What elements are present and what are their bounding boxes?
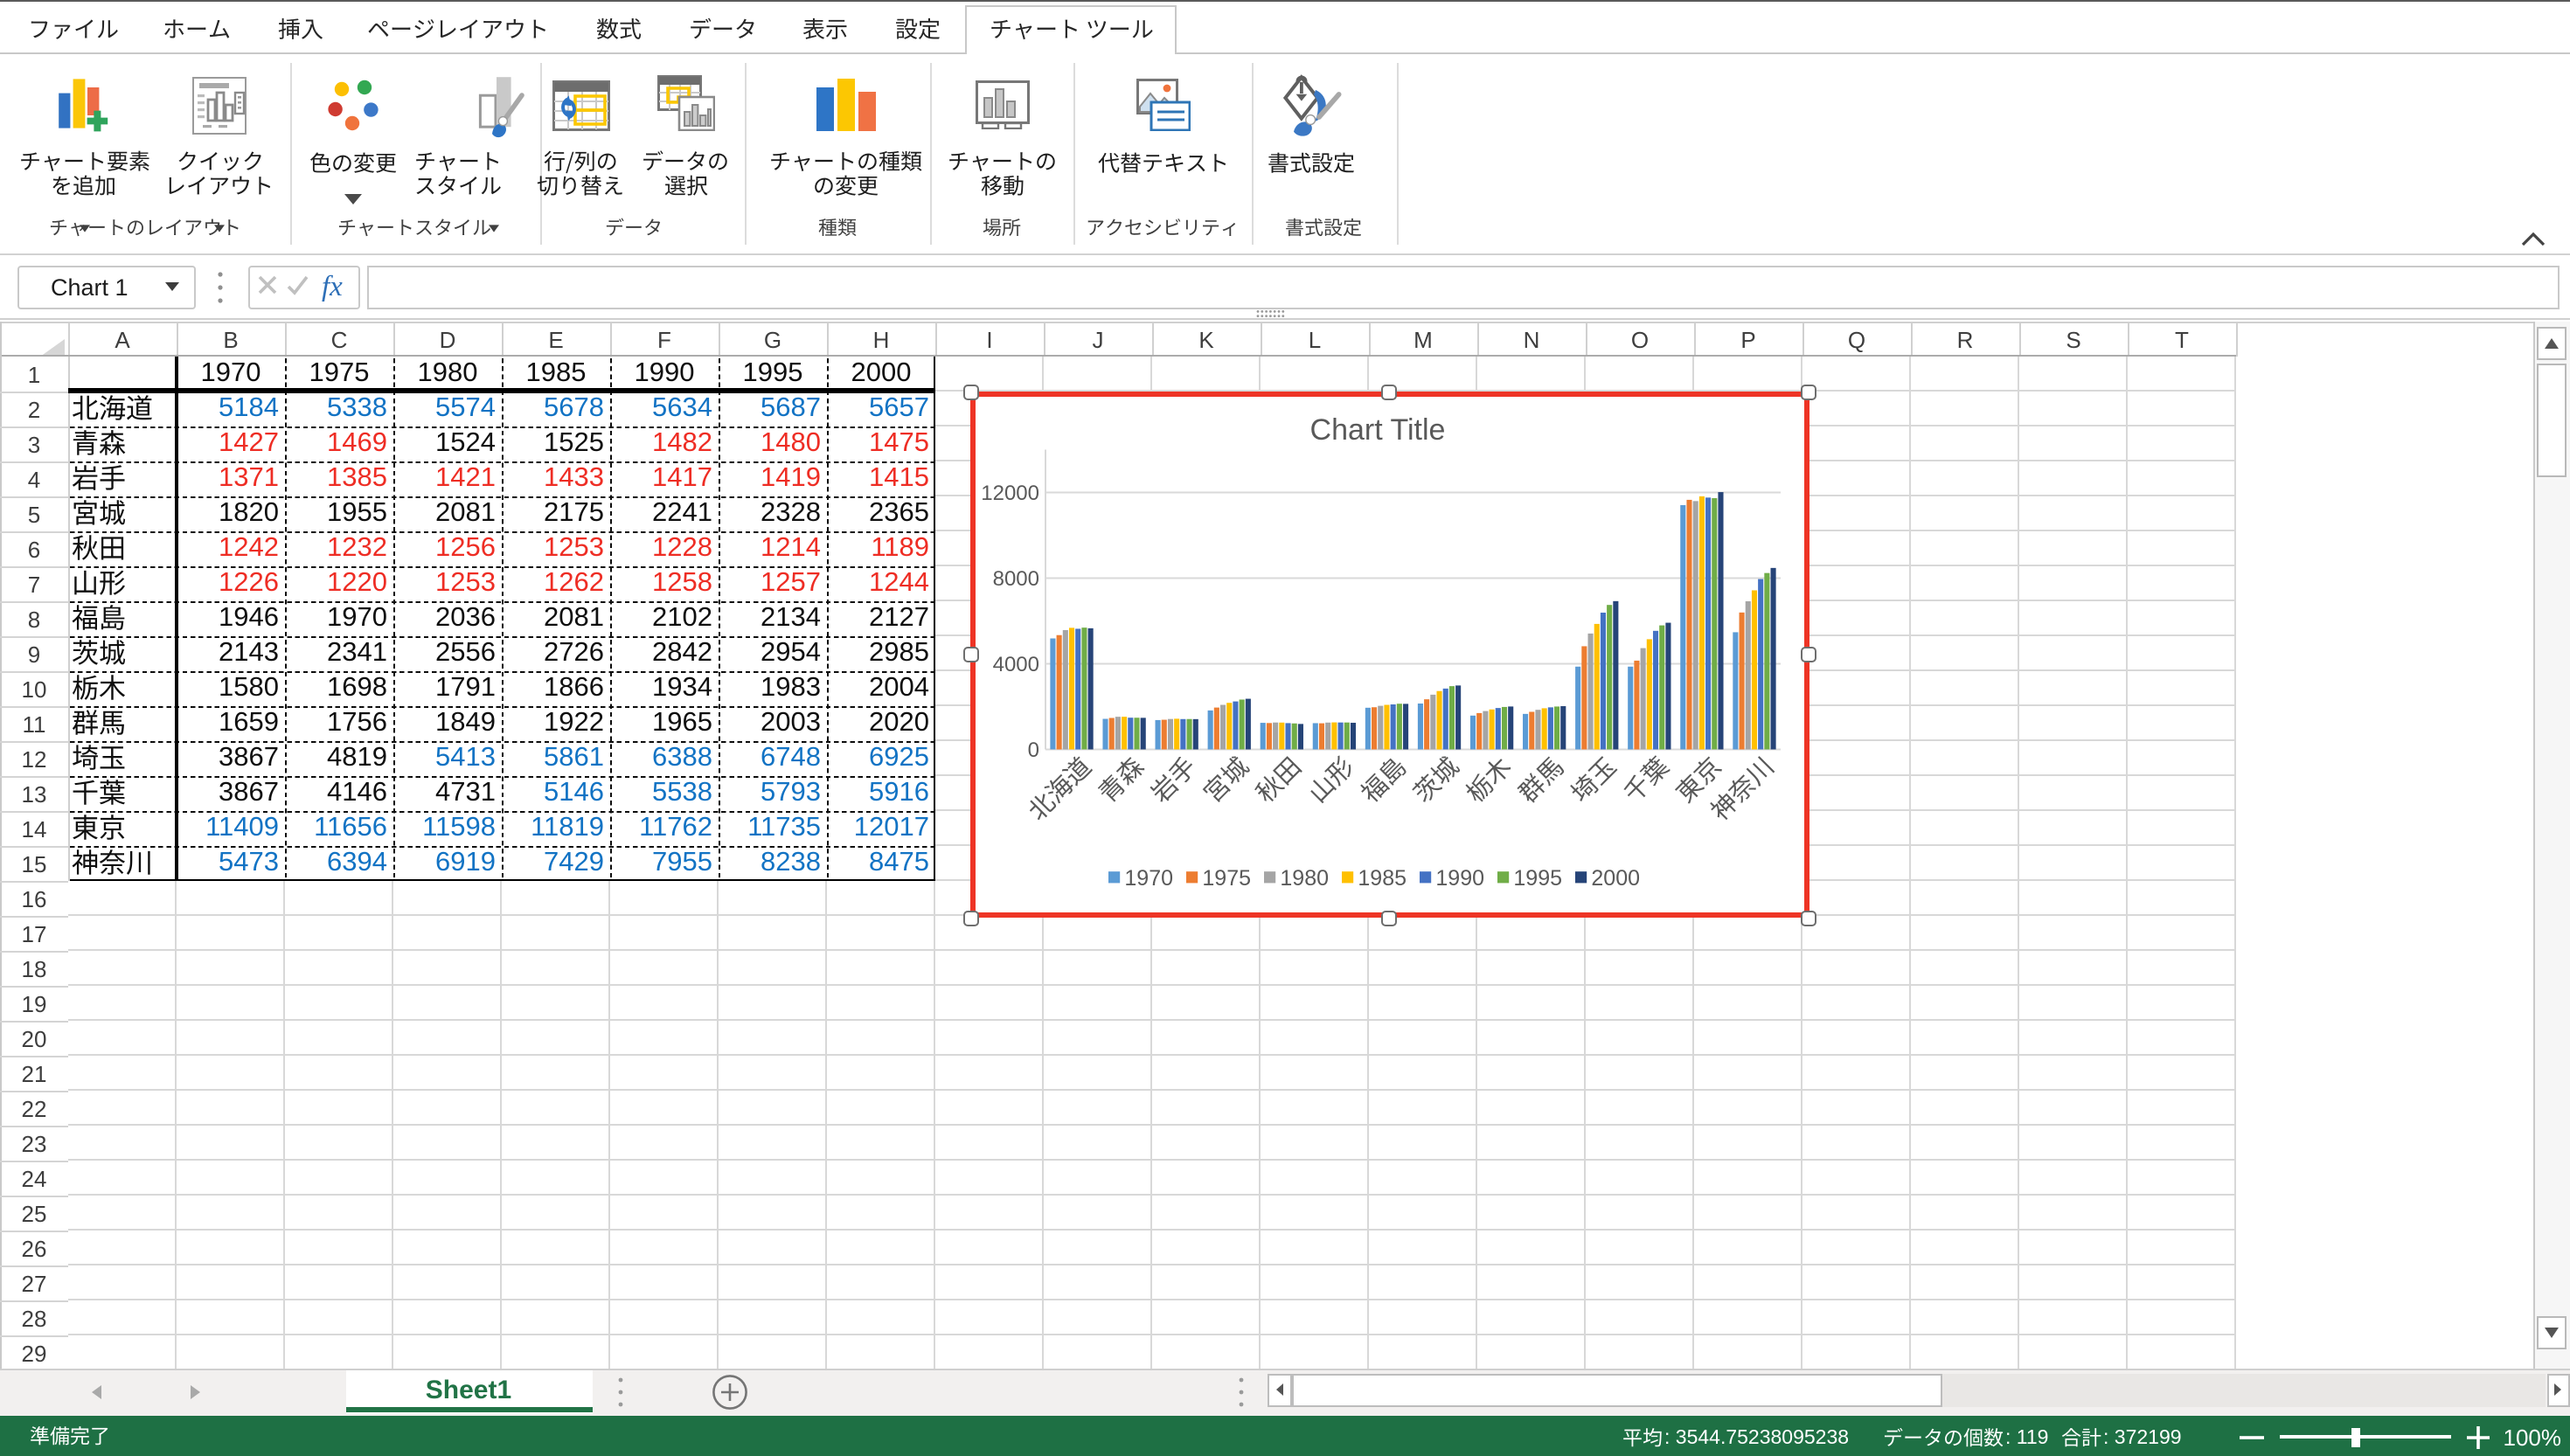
svg-text:2000: 2000 bbox=[1591, 866, 1640, 891]
svg-text:Chart Title: Chart Title bbox=[1310, 413, 1446, 447]
svg-text:1990: 1990 bbox=[1435, 866, 1484, 891]
svg-text:1995: 1995 bbox=[1513, 866, 1562, 891]
svg-text:8000: 8000 bbox=[993, 567, 1039, 591]
svg-text:12000: 12000 bbox=[981, 482, 1039, 505]
svg-text:1970: 1970 bbox=[1124, 866, 1173, 891]
svg-text:1985: 1985 bbox=[1358, 866, 1407, 891]
svg-text:1975: 1975 bbox=[1202, 866, 1251, 891]
svg-text:4000: 4000 bbox=[993, 653, 1039, 676]
svg-text:0: 0 bbox=[1028, 738, 1039, 762]
svg-text:1980: 1980 bbox=[1280, 866, 1329, 891]
